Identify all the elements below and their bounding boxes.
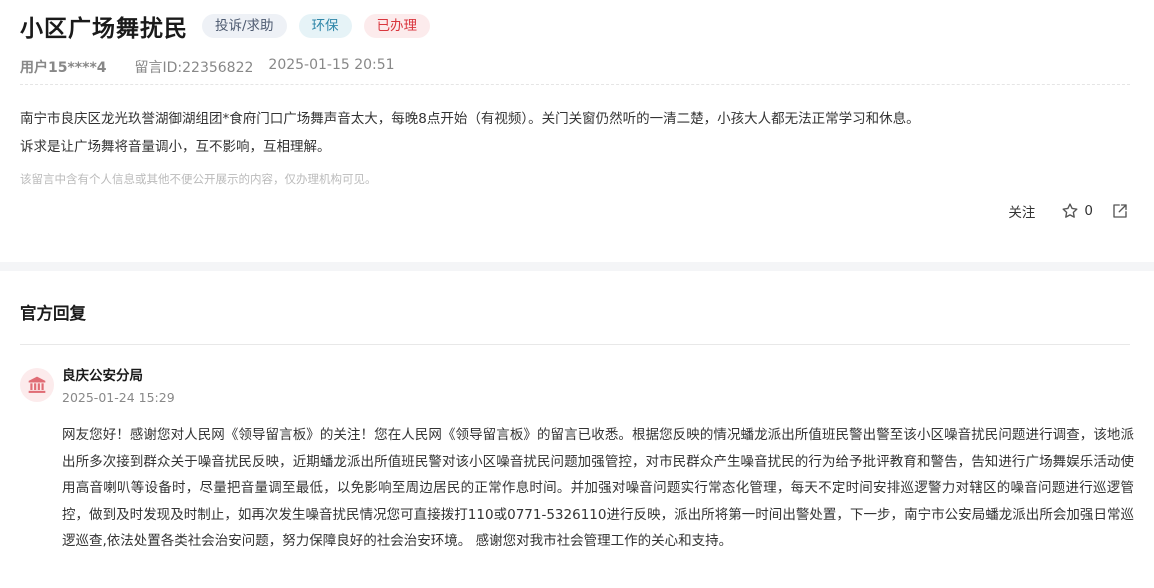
meta-divider bbox=[20, 84, 1130, 85]
status-badge: 已办理 bbox=[363, 14, 431, 38]
message-meta: 用户15****4 留言ID:22356822 2025-01-15 20:51 bbox=[20, 57, 395, 77]
privacy-note: 该留言中含有个人信息或其他不便公开展示的内容，仅办理机构可见。 bbox=[20, 172, 377, 186]
environment-tag[interactable]: 环保 bbox=[298, 14, 352, 38]
message-content: 南宁市良庆区龙光玖誉湖御湖组团*食府门口广场舞声音太大，每晚8点开始（有视频）。… bbox=[20, 109, 1130, 165]
star-outline-icon bbox=[1062, 203, 1078, 218]
government-building-icon bbox=[20, 368, 54, 402]
content-line: 诉求是让广场舞将音量调小，互不影响，互相理解。 bbox=[20, 139, 331, 155]
message-datetime: 2025-01-15 20:51 bbox=[268, 57, 395, 73]
message-card: 小区广场舞扰民 投诉/求助 环保 已办理 用户15****4 留言ID:2235… bbox=[0, 0, 1154, 262]
page-title: 小区广场舞扰民 bbox=[20, 16, 188, 42]
like-count: 0 bbox=[1084, 203, 1093, 219]
message-id: 留言ID:22356822 bbox=[134, 60, 254, 76]
reply-section-title: 官方回复 bbox=[20, 304, 86, 323]
message-actions: 关注 0 bbox=[1008, 199, 1129, 223]
content-line: 南宁市良庆区龙光玖誉湖御湖组团*食府门口广场舞声音太大，每晚8点开始（有视频）。… bbox=[20, 111, 920, 127]
reply-org: 良庆公安分局 2025-01-24 15:29 bbox=[20, 368, 175, 405]
follow-button[interactable]: 关注 bbox=[1008, 201, 1035, 221]
share-button[interactable] bbox=[1111, 202, 1129, 220]
category-tag[interactable]: 投诉/求助 bbox=[202, 14, 287, 38]
section-gap bbox=[0, 262, 1154, 271]
org-name: 良庆公安分局 bbox=[62, 368, 143, 384]
org-info: 良庆公安分局 2025-01-24 15:29 bbox=[62, 367, 175, 405]
reply-datetime: 2025-01-24 15:29 bbox=[62, 390, 175, 405]
like-button[interactable]: 0 bbox=[1061, 202, 1093, 220]
share-icon bbox=[1113, 204, 1127, 218]
user-name: 用户15****4 bbox=[20, 60, 107, 76]
reply-divider bbox=[20, 344, 1130, 345]
title-row: 小区广场舞扰民 投诉/求助 环保 已办理 bbox=[20, 10, 431, 42]
reply-content: 网友您好！感谢您对人民网《领导留言板》的关注！您在人民网《领导留言板》的留言已收… bbox=[62, 427, 1134, 549]
